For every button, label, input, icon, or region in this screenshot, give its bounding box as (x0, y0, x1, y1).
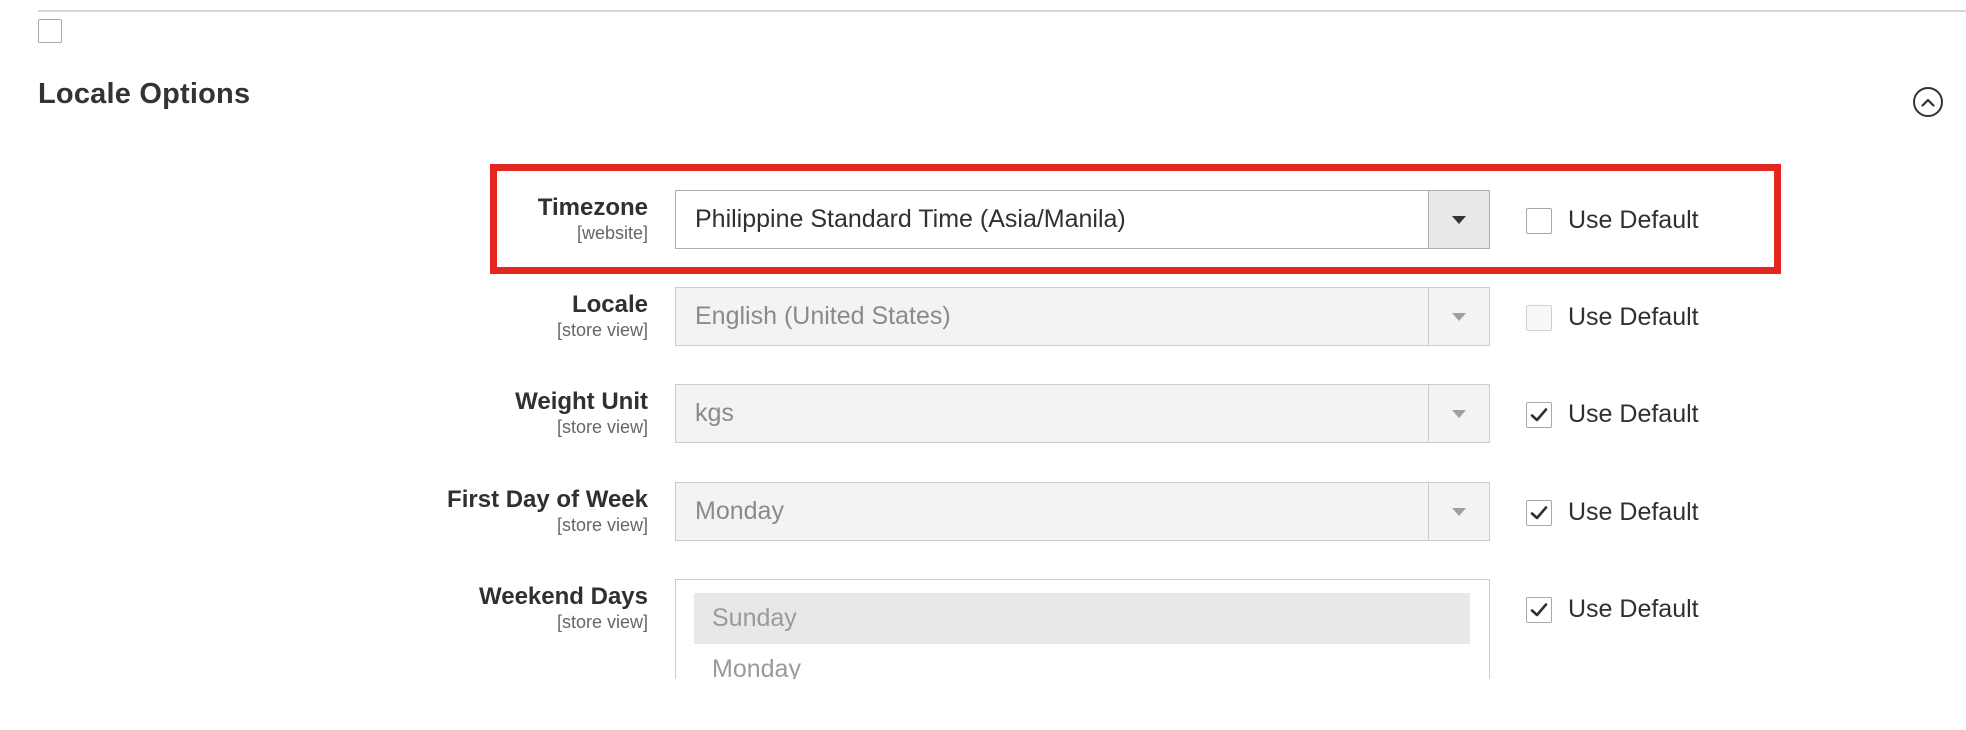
field-scope: [store view] (556, 515, 648, 535)
chevron-down-icon (1452, 409, 1466, 418)
field-scope: [store view] (556, 612, 648, 632)
field-label-text: Timezone (537, 194, 648, 221)
chevron-down-icon (1452, 215, 1466, 224)
dropdown-button[interactable] (1428, 385, 1489, 442)
option-sunday[interactable]: Sunday (694, 593, 1470, 644)
field-label-text: Locale (571, 291, 648, 318)
divider (38, 10, 1966, 12)
field-label: First Day of Week [store view] (447, 486, 648, 536)
use-default-toggle[interactable]: Use Default (1526, 303, 1699, 332)
use-default-toggle[interactable]: Use Default (1526, 206, 1699, 235)
weekend-days-multiselect[interactable]: Sunday Monday (675, 579, 1490, 679)
timezone-select[interactable]: Philippine Standard Time (Asia/Manila) (675, 190, 1490, 249)
option-monday[interactable]: Monday (694, 644, 1470, 679)
use-default-checkbox[interactable] (1526, 304, 1552, 331)
use-default-checkbox[interactable] (1526, 401, 1552, 428)
selected-value: kgs (695, 399, 734, 427)
field-row-timezone: Timezone [website] Philippine Standard T… (0, 190, 1966, 250)
checkmark-icon (1530, 602, 1548, 616)
locale-select[interactable]: English (United States) (675, 287, 1490, 346)
checkmark-icon (1530, 505, 1548, 519)
weight-unit-select[interactable]: kgs (675, 384, 1490, 443)
use-default-checkbox[interactable] (1526, 596, 1552, 623)
field-row-weekend-days: Weekend Days [store view] Sunday Monday … (0, 579, 1966, 679)
use-default-toggle[interactable]: Use Default (1526, 498, 1699, 527)
checkbox[interactable] (38, 19, 62, 43)
use-default-label: Use Default (1568, 303, 1699, 331)
field-label: Timezone [website] (538, 194, 648, 244)
checkmark-icon (1530, 407, 1548, 421)
collapse-section-button[interactable] (1913, 87, 1943, 117)
use-default-toggle[interactable]: Use Default (1526, 400, 1699, 429)
use-default-label: Use Default (1568, 206, 1699, 234)
section-title: Locale Options (38, 78, 251, 110)
field-label: Weekend Days [store view] (479, 583, 648, 633)
selected-value: Monday (695, 497, 784, 525)
first-day-of-week-select[interactable]: Monday (675, 482, 1490, 541)
field-row-first-day-of-week: First Day of Week [store view] Monday Us… (0, 482, 1966, 542)
use-default-checkbox[interactable] (1526, 499, 1552, 526)
field-scope: [store view] (556, 417, 648, 437)
field-scope: [website] (576, 223, 648, 243)
chevron-up-icon (1921, 98, 1935, 107)
use-default-label: Use Default (1568, 498, 1699, 526)
use-default-label: Use Default (1568, 400, 1699, 428)
use-default-toggle[interactable]: Use Default (1526, 595, 1699, 624)
field-row-locale: Locale [store view] English (United Stat… (0, 287, 1966, 347)
chevron-down-icon (1452, 312, 1466, 321)
field-label: Locale [store view] (557, 291, 648, 341)
use-default-label: Use Default (1568, 595, 1699, 623)
field-scope: [store view] (556, 320, 648, 340)
field-row-weight-unit: Weight Unit [store view] kgs Use Default (0, 384, 1966, 444)
field-label-text: Weekend Days (479, 583, 648, 610)
field-label-text: Weight Unit (515, 388, 648, 415)
dropdown-button[interactable] (1428, 483, 1489, 540)
selected-value: Philippine Standard Time (Asia/Manila) (695, 205, 1126, 233)
field-label-text: First Day of Week (447, 486, 648, 513)
chevron-down-icon (1452, 507, 1466, 516)
use-default-checkbox[interactable] (1526, 207, 1552, 234)
dropdown-button[interactable] (1428, 191, 1489, 248)
selected-value: English (United States) (695, 302, 951, 330)
dropdown-button[interactable] (1428, 288, 1489, 345)
field-label: Weight Unit [store view] (515, 388, 648, 438)
